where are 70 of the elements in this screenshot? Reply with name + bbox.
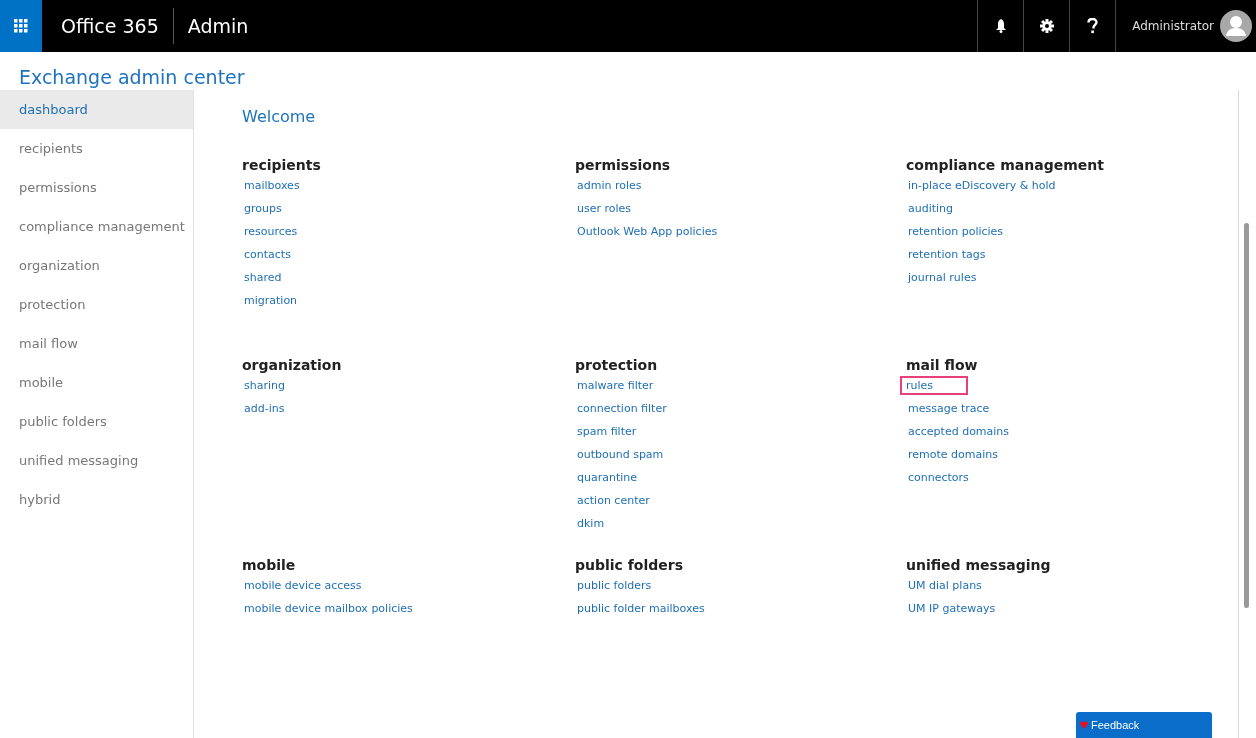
section-name: Admin — [186, 14, 250, 39]
sidebar-item[interactable]: protection — [0, 285, 193, 324]
user-name: Administrator — [1132, 19, 1214, 33]
section-link[interactable]: auditing — [906, 199, 956, 218]
sidebar-item[interactable]: dashboard — [0, 90, 193, 129]
section-heading: recipients — [242, 157, 321, 175]
sidebar-item[interactable]: mobile — [0, 363, 193, 402]
section-link[interactable]: outbound spam — [575, 445, 666, 464]
sidebar-item[interactable]: compliance management — [0, 207, 193, 246]
section-link[interactable]: Outlook Web App policies — [575, 222, 720, 241]
section-heading: mobile — [242, 557, 296, 575]
section-link[interactable]: remote domains — [906, 445, 1000, 464]
sidebar-item[interactable]: public folders — [0, 402, 193, 441]
section-link[interactable]: quarantine — [575, 468, 640, 487]
app-launcher-button[interactable] — [0, 0, 42, 52]
section-heading: organization — [242, 357, 342, 375]
feedback-button[interactable]: Feedback — [1076, 712, 1212, 738]
sidebar-item[interactable]: hybrid — [0, 480, 193, 519]
section-link[interactable]: retention policies — [906, 222, 1006, 241]
sidebar-item[interactable]: unified messaging — [0, 441, 193, 480]
section-heading: public folders — [575, 557, 684, 575]
help-icon — [1087, 18, 1099, 34]
sidebar-item[interactable]: recipients — [0, 129, 193, 168]
sidebar-item[interactable]: mail flow — [0, 324, 193, 363]
section-link[interactable]: migration — [242, 291, 300, 310]
section-link[interactable]: mailboxes — [242, 176, 302, 195]
grid-icon — [14, 19, 28, 33]
section-link[interactable]: mobile device mailbox policies — [242, 599, 415, 618]
welcome-heading: Welcome — [242, 107, 317, 128]
heart-icon — [1080, 721, 1088, 729]
section-link[interactable]: spam filter — [575, 422, 639, 441]
section-link[interactable]: UM IP gateways — [906, 599, 998, 618]
section-link[interactable]: dkim — [575, 514, 607, 533]
section-link[interactable]: mobile device access — [242, 576, 364, 595]
section-link[interactable]: UM dial plans — [906, 576, 984, 595]
section-link[interactable]: public folders — [575, 576, 654, 595]
section-link[interactable]: sharing — [242, 376, 287, 395]
section-link[interactable]: journal rules — [906, 268, 979, 287]
section-heading: unified messaging — [906, 557, 1051, 575]
section-heading: mail flow — [906, 357, 978, 375]
bell-icon — [994, 19, 1007, 33]
scrollbar-thumb[interactable] — [1244, 223, 1249, 608]
section-link[interactable]: connectors — [906, 468, 971, 487]
section-link[interactable]: rules — [900, 376, 969, 395]
section-link[interactable]: message trace — [906, 399, 992, 418]
section-link[interactable]: accepted domains — [906, 422, 1012, 441]
section-heading: compliance management — [906, 157, 1104, 175]
app-name: Office 365 — [42, 8, 174, 44]
section-link[interactable]: connection filter — [575, 399, 669, 418]
section-link[interactable]: shared — [242, 268, 284, 287]
section-link[interactable]: contacts — [242, 245, 293, 264]
section-link[interactable]: groups — [242, 199, 284, 218]
section-heading: permissions — [575, 157, 671, 175]
section-link[interactable]: malware filter — [575, 376, 656, 395]
section-link[interactable]: in-place eDiscovery & hold — [906, 176, 1058, 195]
sidebar-item[interactable]: organization — [0, 246, 193, 285]
section-link[interactable]: action center — [575, 491, 652, 510]
scrollbar[interactable] — [1238, 90, 1252, 738]
sidebar-item[interactable]: permissions — [0, 168, 193, 207]
settings-icon — [1039, 19, 1054, 33]
user-menu[interactable]: Administrator — [1115, 0, 1256, 52]
section-link[interactable]: retention tags — [906, 245, 988, 264]
section-link[interactable]: add-ins — [242, 399, 287, 418]
avatar-icon — [1220, 10, 1252, 42]
section-link[interactable]: admin roles — [575, 176, 644, 195]
page-title: Exchange admin center — [18, 65, 246, 90]
section-link[interactable]: resources — [242, 222, 300, 241]
section-link[interactable]: user roles — [575, 199, 634, 218]
section-link[interactable]: public folder mailboxes — [575, 599, 707, 618]
section-heading: protection — [575, 357, 658, 375]
